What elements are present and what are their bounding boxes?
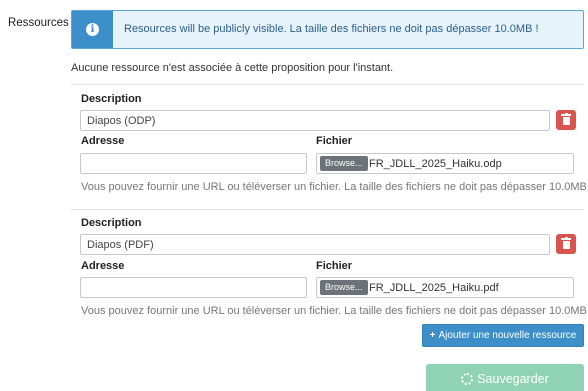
info-alert: i Resources will be publicly visible. La… — [71, 10, 584, 49]
add-resource-label: Ajouter une nouvelle ressource — [438, 330, 577, 341]
description-label: Description — [81, 93, 142, 105]
add-resource-button[interactable]: + Ajouter une nouvelle ressource — [422, 324, 584, 347]
plus-icon: + — [429, 330, 436, 341]
file-input[interactable]: Browse... FR_JDLL_2025_Haiku.pdf — [316, 277, 574, 298]
address-input[interactable] — [80, 153, 307, 174]
section-label: Ressources — [8, 17, 69, 29]
alert-icon-box: i — [72, 11, 113, 48]
divider — [71, 209, 584, 210]
file-name: FR_JDLL_2025_Haiku.odp — [369, 158, 502, 170]
description-input[interactable]: Diapos (PDF) — [80, 234, 550, 255]
trash-icon — [561, 112, 571, 125]
spinner-icon — [461, 373, 474, 385]
address-input[interactable] — [80, 277, 307, 298]
save-button[interactable]: Sauvegarder — [426, 364, 584, 391]
description-label: Description — [81, 217, 142, 229]
help-text: Vous pouvez fournir une URL ou téléverse… — [81, 181, 588, 193]
file-input[interactable]: Browse... FR_JDLL_2025_Haiku.odp — [316, 153, 574, 174]
empty-resources-text: Aucune ressource n'est associée à cette … — [71, 62, 394, 74]
trash-icon — [561, 236, 571, 249]
alert-message: Resources will be publicly visible. La t… — [124, 23, 539, 35]
delete-resource-button[interactable] — [556, 110, 576, 130]
help-text: Vous pouvez fournir une URL ou téléverse… — [81, 305, 588, 317]
delete-resource-button[interactable] — [556, 234, 576, 254]
info-icon: i — [86, 23, 99, 36]
browse-button[interactable]: Browse... — [320, 156, 368, 171]
divider — [71, 84, 584, 85]
file-label: Fichier — [316, 135, 353, 147]
address-label: Adresse — [81, 260, 125, 272]
browse-button[interactable]: Browse... — [320, 280, 368, 295]
file-label: Fichier — [316, 260, 353, 272]
address-label: Adresse — [81, 135, 125, 147]
file-name: FR_JDLL_2025_Haiku.pdf — [369, 282, 499, 294]
description-input[interactable]: Diapos (ODP) — [80, 110, 550, 131]
save-label: Sauvegarder — [477, 372, 549, 386]
